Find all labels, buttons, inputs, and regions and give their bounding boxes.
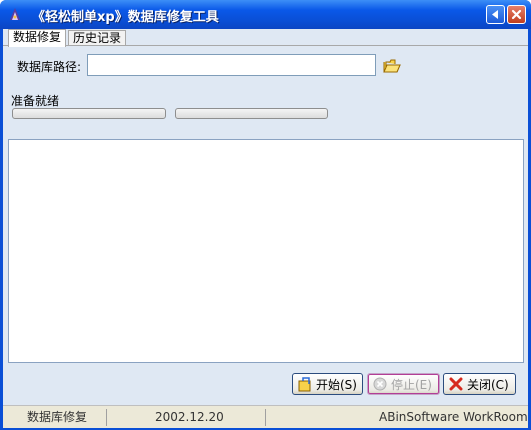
stop-button[interactable]: 停止(E) [367, 373, 440, 395]
status-app-name: 数据库修复 [27, 410, 88, 424]
status-separator [265, 409, 266, 426]
status-date: 2002.12.20 [155, 410, 224, 424]
close-button[interactable]: 关闭(C) [443, 373, 516, 395]
close-x-icon [449, 377, 463, 391]
close-window-button[interactable] [507, 5, 526, 24]
stop-icon [373, 377, 387, 391]
progress-bar-1 [12, 108, 166, 119]
tab-data-repair[interactable]: 数据修复 [8, 29, 67, 47]
window-title: 《轻松制单xp》数据库修复工具 [32, 10, 219, 25]
status-separator [106, 409, 107, 426]
close-label: 关闭(C) [467, 377, 509, 392]
client-area: 数据修复 历史记录 数据库路径: 准备就绪 开始(S) 停止(E) 关闭(C) … [3, 29, 528, 428]
status-company: ABinSoftware WorkRoom [379, 410, 528, 424]
log-panel[interactable] [8, 139, 524, 363]
app-window: 《轻松制单xp》数据库修复工具 数据修复 历史记录 数据库路径: 准备就绪 开始… [0, 0, 531, 430]
app-icon [10, 8, 20, 20]
help-icon [492, 10, 498, 19]
close-icon [511, 9, 522, 20]
open-folder-icon[interactable] [383, 58, 401, 73]
help-button[interactable] [486, 5, 505, 24]
tab-divider [3, 45, 528, 46]
database-path-input[interactable] [87, 54, 376, 76]
status-bar: 数据库修复 2002.12.20 ABinSoftware WorkRoom [3, 405, 528, 428]
start-label: 开始(S) [316, 377, 357, 392]
title-bar[interactable]: 《轻松制单xp》数据库修复工具 [0, 0, 531, 29]
status-text: 准备就绪 [11, 94, 60, 108]
start-button[interactable]: 开始(S) [292, 373, 363, 395]
progress-bar-2 [175, 108, 328, 119]
stop-label: 停止(E) [391, 377, 432, 392]
tab-history[interactable]: 历史记录 [68, 30, 127, 46]
start-icon [298, 377, 311, 392]
path-label: 数据库路径: [17, 60, 82, 74]
